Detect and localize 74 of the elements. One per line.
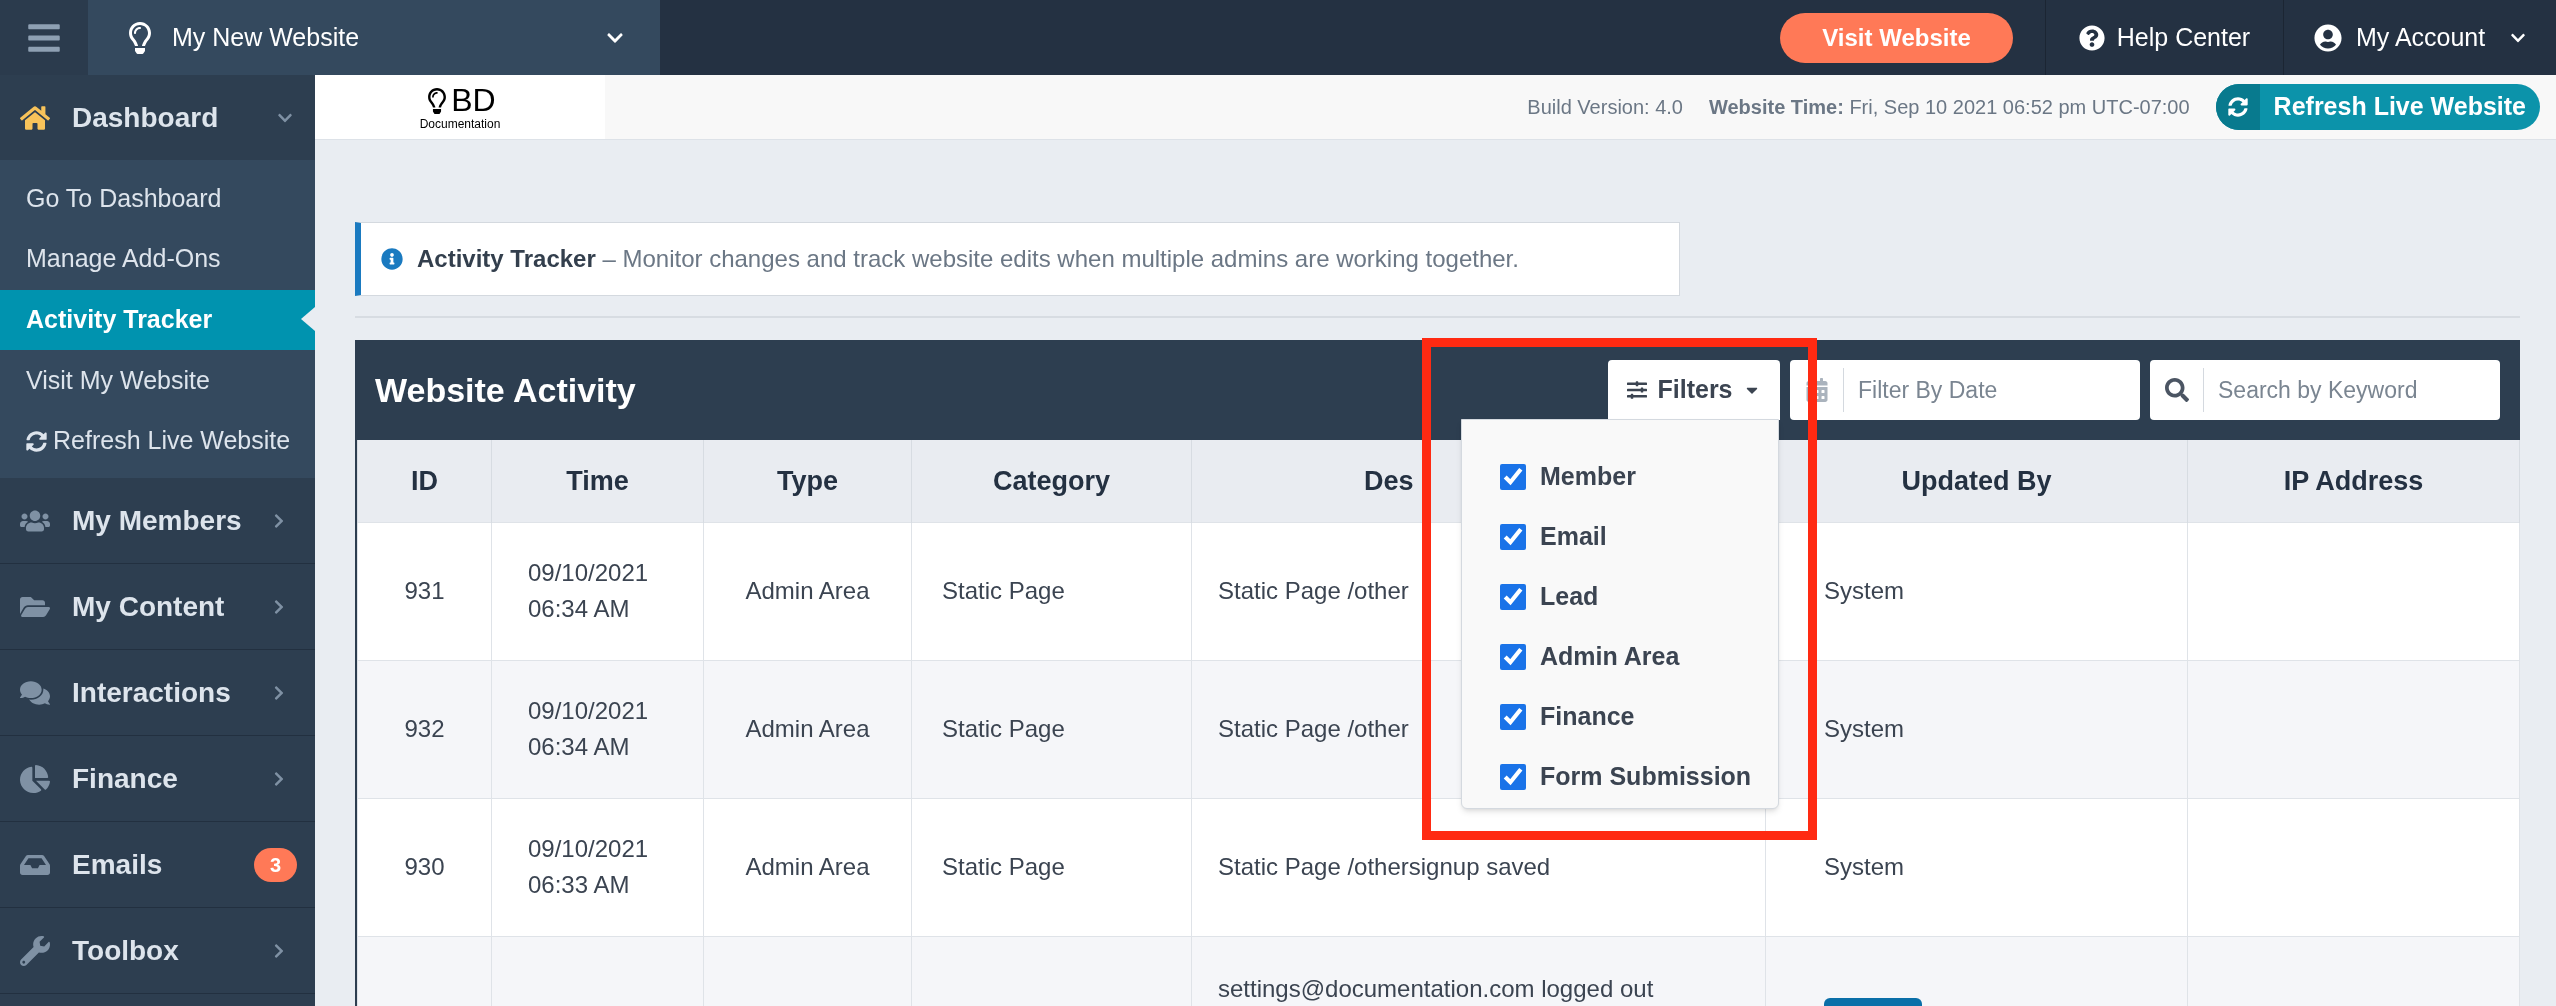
calendar-icon <box>1804 378 1829 402</box>
sidebar-item[interactable]: Finance <box>0 736 315 822</box>
column-header: Des <box>1364 464 1414 498</box>
filter-option[interactable]: Form Submission <box>1500 747 1778 807</box>
column-header: Updated By <box>1901 464 2052 498</box>
table-cell: Static Page <box>942 853 1065 880</box>
filter-option[interactable]: Email <box>1500 507 1778 567</box>
table-cell: Static Page <box>942 577 1065 604</box>
info-text: Activity Tracker – Monitor changes and track website edits when multiple admins are working together. <box>417 244 1519 274</box>
wrench-icon <box>20 935 50 966</box>
table-cell: Static Page /other <box>1218 577 1409 604</box>
menu-button[interactable] <box>0 0 88 75</box>
column-header: ID <box>411 464 438 498</box>
column-header: IP Address <box>2283 464 2424 498</box>
filter-checkbox[interactable] <box>1500 764 1526 790</box>
search-icon <box>2164 378 2189 402</box>
filter-option[interactable]: Finance <box>1500 687 1778 747</box>
user-icon <box>2314 23 2342 52</box>
help-icon <box>2078 24 2105 51</box>
table-cell: settings@documentation.com logged out <box>1218 974 1654 1002</box>
sidebar-item[interactable]: Emails 3 <box>0 822 315 908</box>
filter-checkbox[interactable] <box>1500 704 1526 730</box>
date-filter-field[interactable]: Filter By Date <box>1790 360 2140 420</box>
filter-checkbox[interactable] <box>1500 584 1526 610</box>
refresh-icon <box>26 430 47 452</box>
sidebar-item[interactable]: My Members <box>0 478 315 564</box>
sidebar-item[interactable]: Interactions <box>0 650 315 736</box>
panel-title: Website Activity <box>375 369 637 411</box>
table-cell: System <box>1824 853 1904 880</box>
keyword-search-field[interactable]: Search by Keyword <box>2150 360 2500 420</box>
table-cell: 931 <box>404 577 445 604</box>
filter-checkbox[interactable] <box>1500 464 1526 490</box>
refresh-icon <box>2227 97 2248 117</box>
active-pointer-icon <box>301 307 315 331</box>
table-cell: Static Page <box>942 715 1065 742</box>
submenu-item[interactable]: Refresh Live Website <box>0 411 315 471</box>
info-icon <box>381 248 403 270</box>
column-header: Type <box>777 464 838 498</box>
table-cell: Admin Area <box>745 715 870 742</box>
table-cell: Admin Area <box>745 577 870 604</box>
submenu-item[interactable]: Activity Tracker <box>0 290 315 350</box>
submenu-item[interactable]: Manage Add-Ons <box>0 229 315 289</box>
refresh-live-website-button[interactable]: Refresh Live Website <box>2215 84 2540 130</box>
sidebar-item[interactable]: My Content <box>0 564 315 650</box>
table-cell: Static Page /othersignup saved <box>1218 853 1551 880</box>
column-header: Time <box>566 464 629 498</box>
table-cell: 930 <box>404 853 445 880</box>
filters-button[interactable]: Filters <box>1608 360 1780 420</box>
filter-option[interactable]: Admin Area <box>1500 627 1778 687</box>
table-cell-text: 09/10/2021 06:34 AM <box>528 558 650 624</box>
sidebar-item[interactable]: Toolbox <box>0 908 315 994</box>
sliders-icon <box>1627 380 1648 400</box>
sidebar-item[interactable]: Dashboard <box>0 75 315 160</box>
filter-option[interactable]: Lead <box>1500 567 1778 627</box>
pie-chart-icon <box>20 763 50 794</box>
table-cell: System <box>1824 577 1904 604</box>
table-cell: 932 <box>404 715 445 742</box>
site-selector[interactable]: My New Website <box>88 0 660 75</box>
submenu-item[interactable]: Go To Dashboard <box>0 169 315 229</box>
build-version: Build Version: 4.0 <box>1527 95 1683 120</box>
table-cell-text: 09/10/2021 06:33 AM <box>528 834 650 900</box>
submenu-item[interactable]: Visit My Website <box>0 351 315 411</box>
logo-caption: Documentation <box>419 118 501 130</box>
table-cell-text: 09/10/2021 06:34 AM <box>528 696 650 762</box>
website-time: Website Time: Fri, Sep 10 2021 06:52 pm UTC-07:00 <box>1709 95 2190 120</box>
filter-option[interactable]: Member <box>1500 447 1778 507</box>
count-badge: 3 <box>253 847 297 882</box>
filter-checkbox[interactable] <box>1500 644 1526 670</box>
table-cell: Static Page /other <box>1218 715 1409 742</box>
table-cell: System <box>1824 715 1904 742</box>
table-cell: Admin Area <box>745 853 870 880</box>
logo-letters: BD <box>451 84 496 116</box>
filter-checkbox[interactable] <box>1500 524 1526 550</box>
column-header: Category <box>993 464 1110 498</box>
